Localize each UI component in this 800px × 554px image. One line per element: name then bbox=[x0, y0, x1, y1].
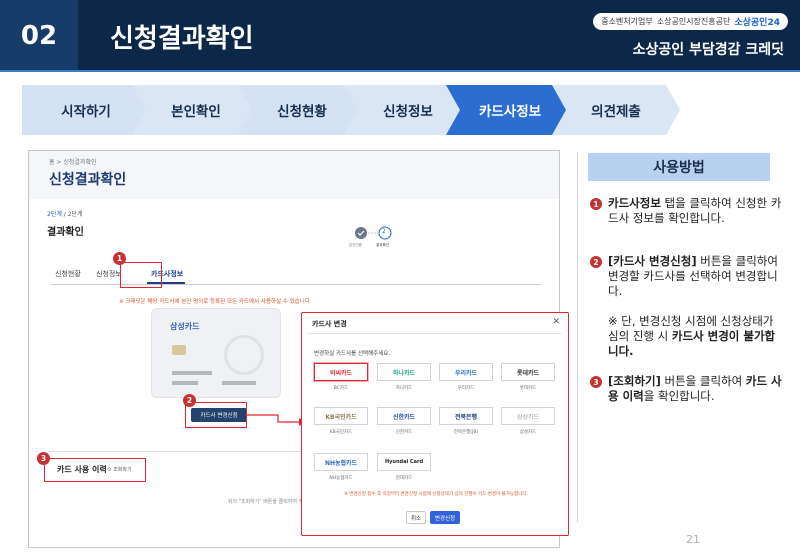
instruction-3: 3 [조회하기] 버튼을 클릭하여 카드 사용 이력을 확인합니다. bbox=[590, 374, 785, 404]
modal-warning: ※ 변경신청 접수 후 익일부터 변경신청 시점에 신청상태가 심의 진행이 카… bbox=[344, 492, 528, 497]
option-label: 롯데카드 bbox=[519, 386, 537, 391]
panel-divider bbox=[577, 152, 578, 522]
option-label: 신한카드 bbox=[395, 430, 413, 435]
step-start: 시작하기 bbox=[22, 85, 150, 135]
masked-holder bbox=[222, 381, 256, 385]
badge-3: 3 bbox=[37, 452, 50, 465]
option-jb[interactable]: 전북은행 bbox=[439, 407, 493, 425]
breadcrumb[interactable]: 홈 > 신청결과확인 bbox=[49, 157, 96, 166]
section-number: 02 bbox=[0, 0, 78, 72]
option-label: 전북은행(JB) bbox=[453, 430, 479, 435]
close-icon[interactable]: ✕ bbox=[552, 317, 560, 327]
option-label: BC카드 bbox=[333, 386, 349, 391]
option-lotte[interactable]: 롯데카드 bbox=[501, 363, 555, 381]
section-title: 신청결과확인 bbox=[110, 24, 254, 54]
masked-expiry bbox=[172, 381, 198, 385]
card-change-modal: 카드사 변경 ✕ 변경하실 카드사를 선택해주세요. 비씨카드 BC카드 하나카… bbox=[301, 312, 569, 536]
highlight-usage-history bbox=[44, 458, 146, 482]
option-label: 하나카드 bbox=[395, 386, 413, 391]
option-shinhan[interactable]: 신한카드 bbox=[377, 407, 431, 425]
card-name: 삼성카드 bbox=[170, 322, 200, 331]
notice-text: ※ 크레딧은 해당 카드사에 본인 명의로 등록된 모든 카드에서 사용하실 수… bbox=[119, 299, 312, 305]
option-nh[interactable]: NH농협카드 bbox=[314, 453, 368, 471]
masked-number bbox=[172, 371, 212, 375]
instruction-1: 1 카드사정보 탭을 클릭하여 신청한 카드사 정보를 확인합니다. bbox=[590, 196, 785, 226]
instruction-number: 1 bbox=[590, 198, 602, 210]
option-hana[interactable]: 하나카드 bbox=[377, 363, 431, 381]
header-divider bbox=[0, 70, 800, 72]
progress-label-1: 본인인증 bbox=[349, 243, 362, 247]
card-decoration bbox=[224, 335, 264, 375]
option-label: KB국민카드 bbox=[329, 430, 353, 435]
badge-2: 2 bbox=[183, 394, 196, 407]
tab-status[interactable]: 신청현황 bbox=[55, 269, 81, 279]
modal-divider bbox=[308, 333, 562, 334]
tab-info[interactable]: 신청정보 bbox=[96, 269, 122, 279]
step-opinion: 의견제출 bbox=[552, 85, 680, 135]
instruction-number: 2 bbox=[590, 256, 602, 268]
progress-indicator: 2 본인인증 결과확인 bbox=[349, 225, 399, 255]
brand-title: 소상공인 부담경감 크레딧 bbox=[632, 42, 784, 58]
option-hyundai[interactable]: Hyundai Card bbox=[377, 453, 431, 471]
progress-step-number: 2 bbox=[382, 228, 386, 235]
screen-header: 홈 > 신청결과확인 신청결과확인 bbox=[29, 151, 559, 199]
instruction-number: 3 bbox=[590, 376, 602, 388]
step-navigation: 시작하기 본인확인 신청현황 신청정보 카드사정보 의견제출 bbox=[22, 85, 778, 135]
how-to-title: 사용방법 bbox=[588, 153, 770, 181]
option-label: 삼성카드 bbox=[519, 430, 537, 435]
option-label: 현대카드 bbox=[395, 476, 413, 481]
apply-change-button[interactable]: 변경신청 bbox=[430, 511, 460, 524]
highlight-card-tab bbox=[120, 262, 162, 288]
option-label: 우리카드 bbox=[457, 386, 475, 391]
page-number: 21 bbox=[686, 533, 700, 546]
option-label: NH농협카드 bbox=[329, 476, 353, 481]
cancel-button[interactable]: 취소 bbox=[406, 511, 426, 524]
option-samsung[interactable]: 삼성카드 bbox=[501, 407, 555, 425]
instruction-2: 2 [카드사 변경신청] 버튼을 클릭하여 변경할 카드사를 선택하여 변경합니… bbox=[590, 254, 785, 299]
partner-logos: 중소벤처기업부 소상공인시장진흥공단 소상공인24 bbox=[593, 13, 788, 30]
page-title: 신청결과확인 bbox=[49, 172, 127, 188]
stage-indicator: 2단계 / 2단계 bbox=[47, 211, 83, 218]
option-bc[interactable]: 비씨카드 bbox=[314, 363, 368, 381]
result-card: 2단계 / 2단계 결과확인 2 본인인증 결과확인 bbox=[39, 205, 399, 265]
modal-title: 카드사 변경 bbox=[312, 320, 347, 328]
logo-semas: 소상공인시장진흥공단 bbox=[656, 17, 731, 26]
modal-subtitle: 변경하실 카드사를 선택해주세요. bbox=[314, 351, 391, 357]
instruction-note: ※ 단, 변경신청 시점에 신청상태가 심의 진행 시 카드사 변경이 불가합니… bbox=[608, 314, 776, 358]
logo-sbiz24: 소상공인24 bbox=[734, 18, 780, 28]
header-bar: 02 신청결과확인 중소벤처기업부 소상공인시장진흥공단 소상공인24 소상공인… bbox=[0, 0, 800, 72]
badge-1: 1 bbox=[113, 252, 126, 265]
option-kb[interactable]: KB국민카드 bbox=[314, 407, 368, 425]
card-chip bbox=[172, 345, 186, 355]
option-woori[interactable]: 우리카드 bbox=[439, 363, 493, 381]
highlight-change-button bbox=[185, 402, 247, 428]
progress-label-2: 결과확인 bbox=[376, 243, 389, 247]
result-title: 결과확인 bbox=[47, 227, 84, 238]
logo-mss: 중소벤처기업부 bbox=[601, 17, 653, 26]
card-image: 삼성카드 bbox=[151, 308, 281, 398]
